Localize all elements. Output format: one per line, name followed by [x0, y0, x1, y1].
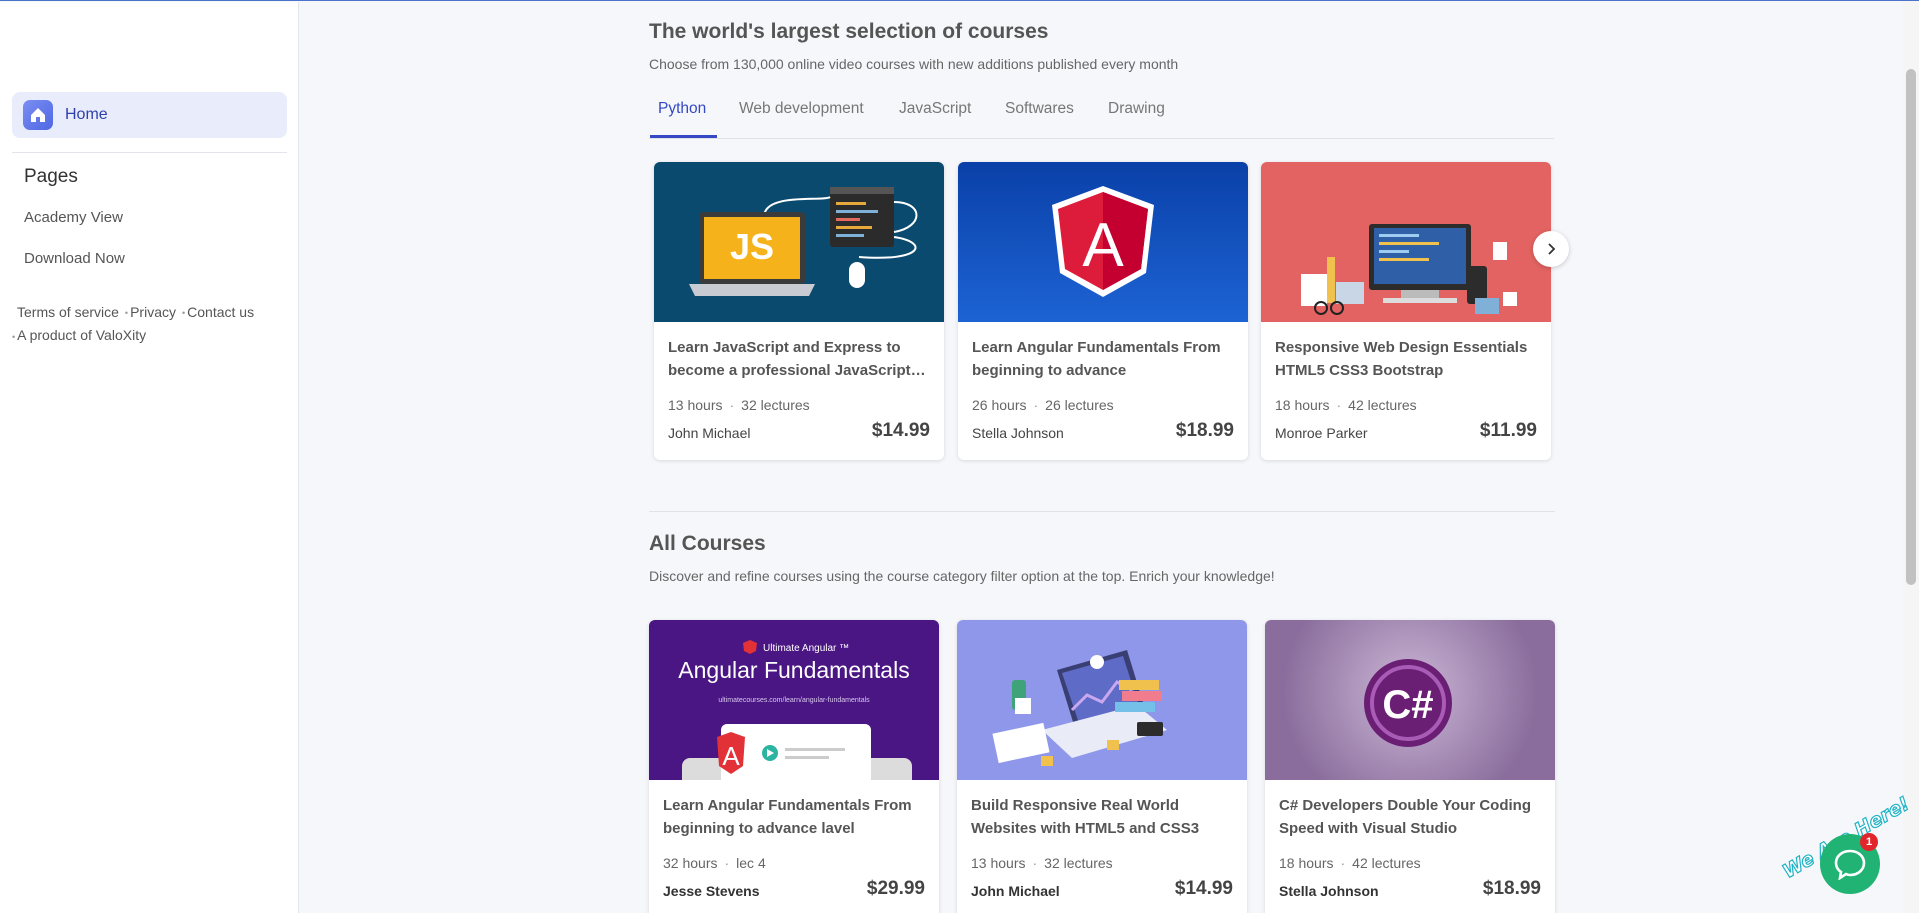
contact-link[interactable]: Contact us	[187, 304, 254, 320]
home-icon	[23, 100, 53, 130]
course-price: $29.99	[866, 878, 925, 899]
course-card[interactable]: Build Responsive Real World Websites wit…	[957, 620, 1247, 913]
sidebar-item-label: Home	[65, 106, 108, 123]
tab-drawing[interactable]: Drawing	[1108, 100, 1165, 118]
course-thumbnail	[1261, 162, 1551, 322]
section-subtitle: Choose from 130,000 online video courses…	[649, 56, 1179, 72]
course-meta: 32 hours · lec 4	[663, 855, 766, 871]
course-price: $11.99	[1479, 420, 1537, 441]
js-logo-text: JS	[730, 226, 774, 267]
course-meta: 13 hours · 32 lectures	[971, 855, 1113, 871]
course-meta: 13 hours · 32 lectures	[668, 397, 810, 413]
tab-javascript[interactable]: JavaScript	[899, 100, 971, 118]
course-card[interactable]: JS Learn JavaScript and Express to becom…	[654, 162, 944, 460]
course-price: $18.99	[1482, 878, 1541, 899]
section-subtitle: Discover and refine courses using the co…	[649, 568, 1275, 584]
terms-link[interactable]: Terms of service	[17, 304, 119, 320]
course-author: Jesse Stevens	[663, 883, 760, 899]
notification-badge: 1	[1860, 833, 1878, 851]
course-title[interactable]: Build Responsive Real World Websites wit…	[971, 794, 1233, 840]
sidebar-item-download-now[interactable]: Download Now	[24, 250, 125, 267]
course-title[interactable]: Learn JavaScript and Express to become a…	[668, 336, 930, 382]
csharp-logo-text: C#	[1382, 683, 1433, 727]
course-author: Monroe Parker	[1275, 425, 1368, 441]
course-thumbnail: A	[958, 162, 1248, 322]
course-title[interactable]: Learn Angular Fundamentals From beginnin…	[663, 794, 925, 840]
category-tabs: Python Web development JavaScript Softwa…	[649, 97, 1554, 139]
course-price: $14.99	[1174, 878, 1233, 899]
carousel-next-button[interactable]	[1533, 231, 1569, 267]
chevron-right-icon	[1548, 243, 1556, 255]
course-thumbnail	[957, 620, 1247, 780]
course-author: Stella Johnson	[1279, 883, 1379, 899]
active-tab-indicator	[650, 135, 717, 138]
thumb-title: Angular Fundamentals	[678, 657, 909, 683]
course-card[interactable]: Responsive Web Design Essentials HTML5 C…	[1261, 162, 1551, 460]
course-title[interactable]: Learn Angular Fundamentals From beginnin…	[972, 336, 1234, 382]
privacy-link[interactable]: Privacy	[130, 304, 176, 320]
course-author: Stella Johnson	[972, 425, 1064, 441]
section-title: All Courses	[649, 532, 766, 555]
course-price: $18.99	[1175, 420, 1234, 441]
chat-widget[interactable]: We Are Here! 1	[1778, 792, 1914, 901]
product-credit: A product of ValoXity	[17, 327, 147, 344]
course-card[interactable]: A Learn Angular Fundamentals From beginn…	[958, 162, 1248, 460]
tab-softwares[interactable]: Softwares	[1005, 100, 1074, 118]
course-thumbnail: Ultimate Angular ™ Angular Fundamentals …	[649, 620, 939, 780]
chat-bubble-icon	[1834, 849, 1866, 880]
tab-python[interactable]: Python	[658, 100, 706, 118]
thumb-logo: A	[722, 741, 740, 771]
course-author: John Michael	[668, 425, 751, 441]
course-meta: 18 hours · 42 lectures	[1279, 855, 1421, 871]
tab-web-development[interactable]: Web development	[739, 100, 864, 118]
pages-heading: Pages	[24, 166, 78, 187]
course-meta: 18 hours · 42 lectures	[1275, 397, 1417, 413]
scrollbar-thumb[interactable]	[1906, 69, 1916, 585]
sidebar: Home Pages Academy View Download Now Ter…	[0, 2, 299, 913]
angular-logo-letter: A	[1082, 211, 1124, 280]
course-title[interactable]: Responsive Web Design Essentials HTML5 C…	[1275, 336, 1537, 382]
course-meta: 26 hours · 26 lectures	[972, 397, 1114, 413]
section-divider	[649, 511, 1555, 512]
thumb-brand: Ultimate Angular ™	[763, 643, 849, 654]
course-card[interactable]: Ultimate Angular ™ Angular Fundamentals …	[649, 620, 939, 913]
sidebar-item-home[interactable]: Home	[12, 92, 287, 138]
course-card[interactable]: C# C# Developers Double Your Coding Spee…	[1265, 620, 1555, 913]
thumb-url: ultimatecourses.com/learn/angular-fundam…	[718, 697, 870, 704]
sidebar-divider	[12, 152, 287, 153]
course-price: $14.99	[871, 420, 930, 441]
course-author: John Michael	[971, 883, 1060, 899]
sidebar-item-academy-view[interactable]: Academy View	[24, 209, 123, 226]
course-title[interactable]: C# Developers Double Your Coding Speed w…	[1279, 794, 1541, 840]
footer-links: Terms of service • Privacy • Contact us • A p…	[12, 304, 255, 344]
section-title: The world's largest selection of courses	[649, 20, 1049, 43]
course-thumbnail: JS	[654, 162, 944, 322]
course-thumbnail: C#	[1265, 620, 1555, 780]
